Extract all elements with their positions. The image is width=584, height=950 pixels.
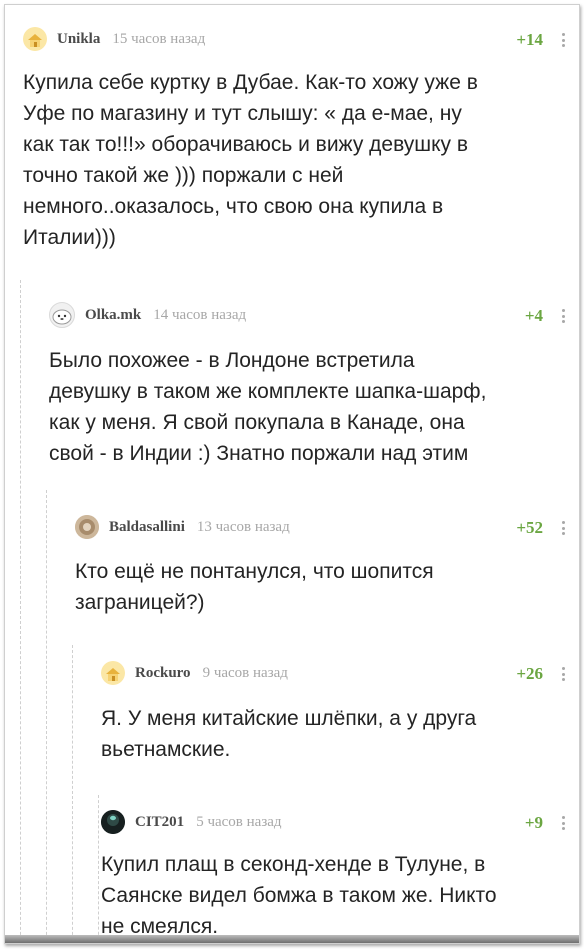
more-options-icon[interactable] [561, 816, 565, 830]
comment-rating: +9 [524, 813, 543, 832]
dark-sphere-icon[interactable] [101, 810, 125, 834]
comment-time: 5 часов назад [196, 813, 282, 830]
comment-text: Купил плащ в секонд-хенде в Тулуне, в Са… [101, 853, 497, 938]
comment-author[interactable]: CIT201 [135, 814, 184, 831]
comment-cit201: CIT201 5 часов назад +9 Купил плащ в сек… [5, 5, 579, 943]
bottom-edge [5, 935, 579, 943]
comments-panel: Unikla 15 часов назад +14 Купила себе ку… [4, 4, 580, 944]
